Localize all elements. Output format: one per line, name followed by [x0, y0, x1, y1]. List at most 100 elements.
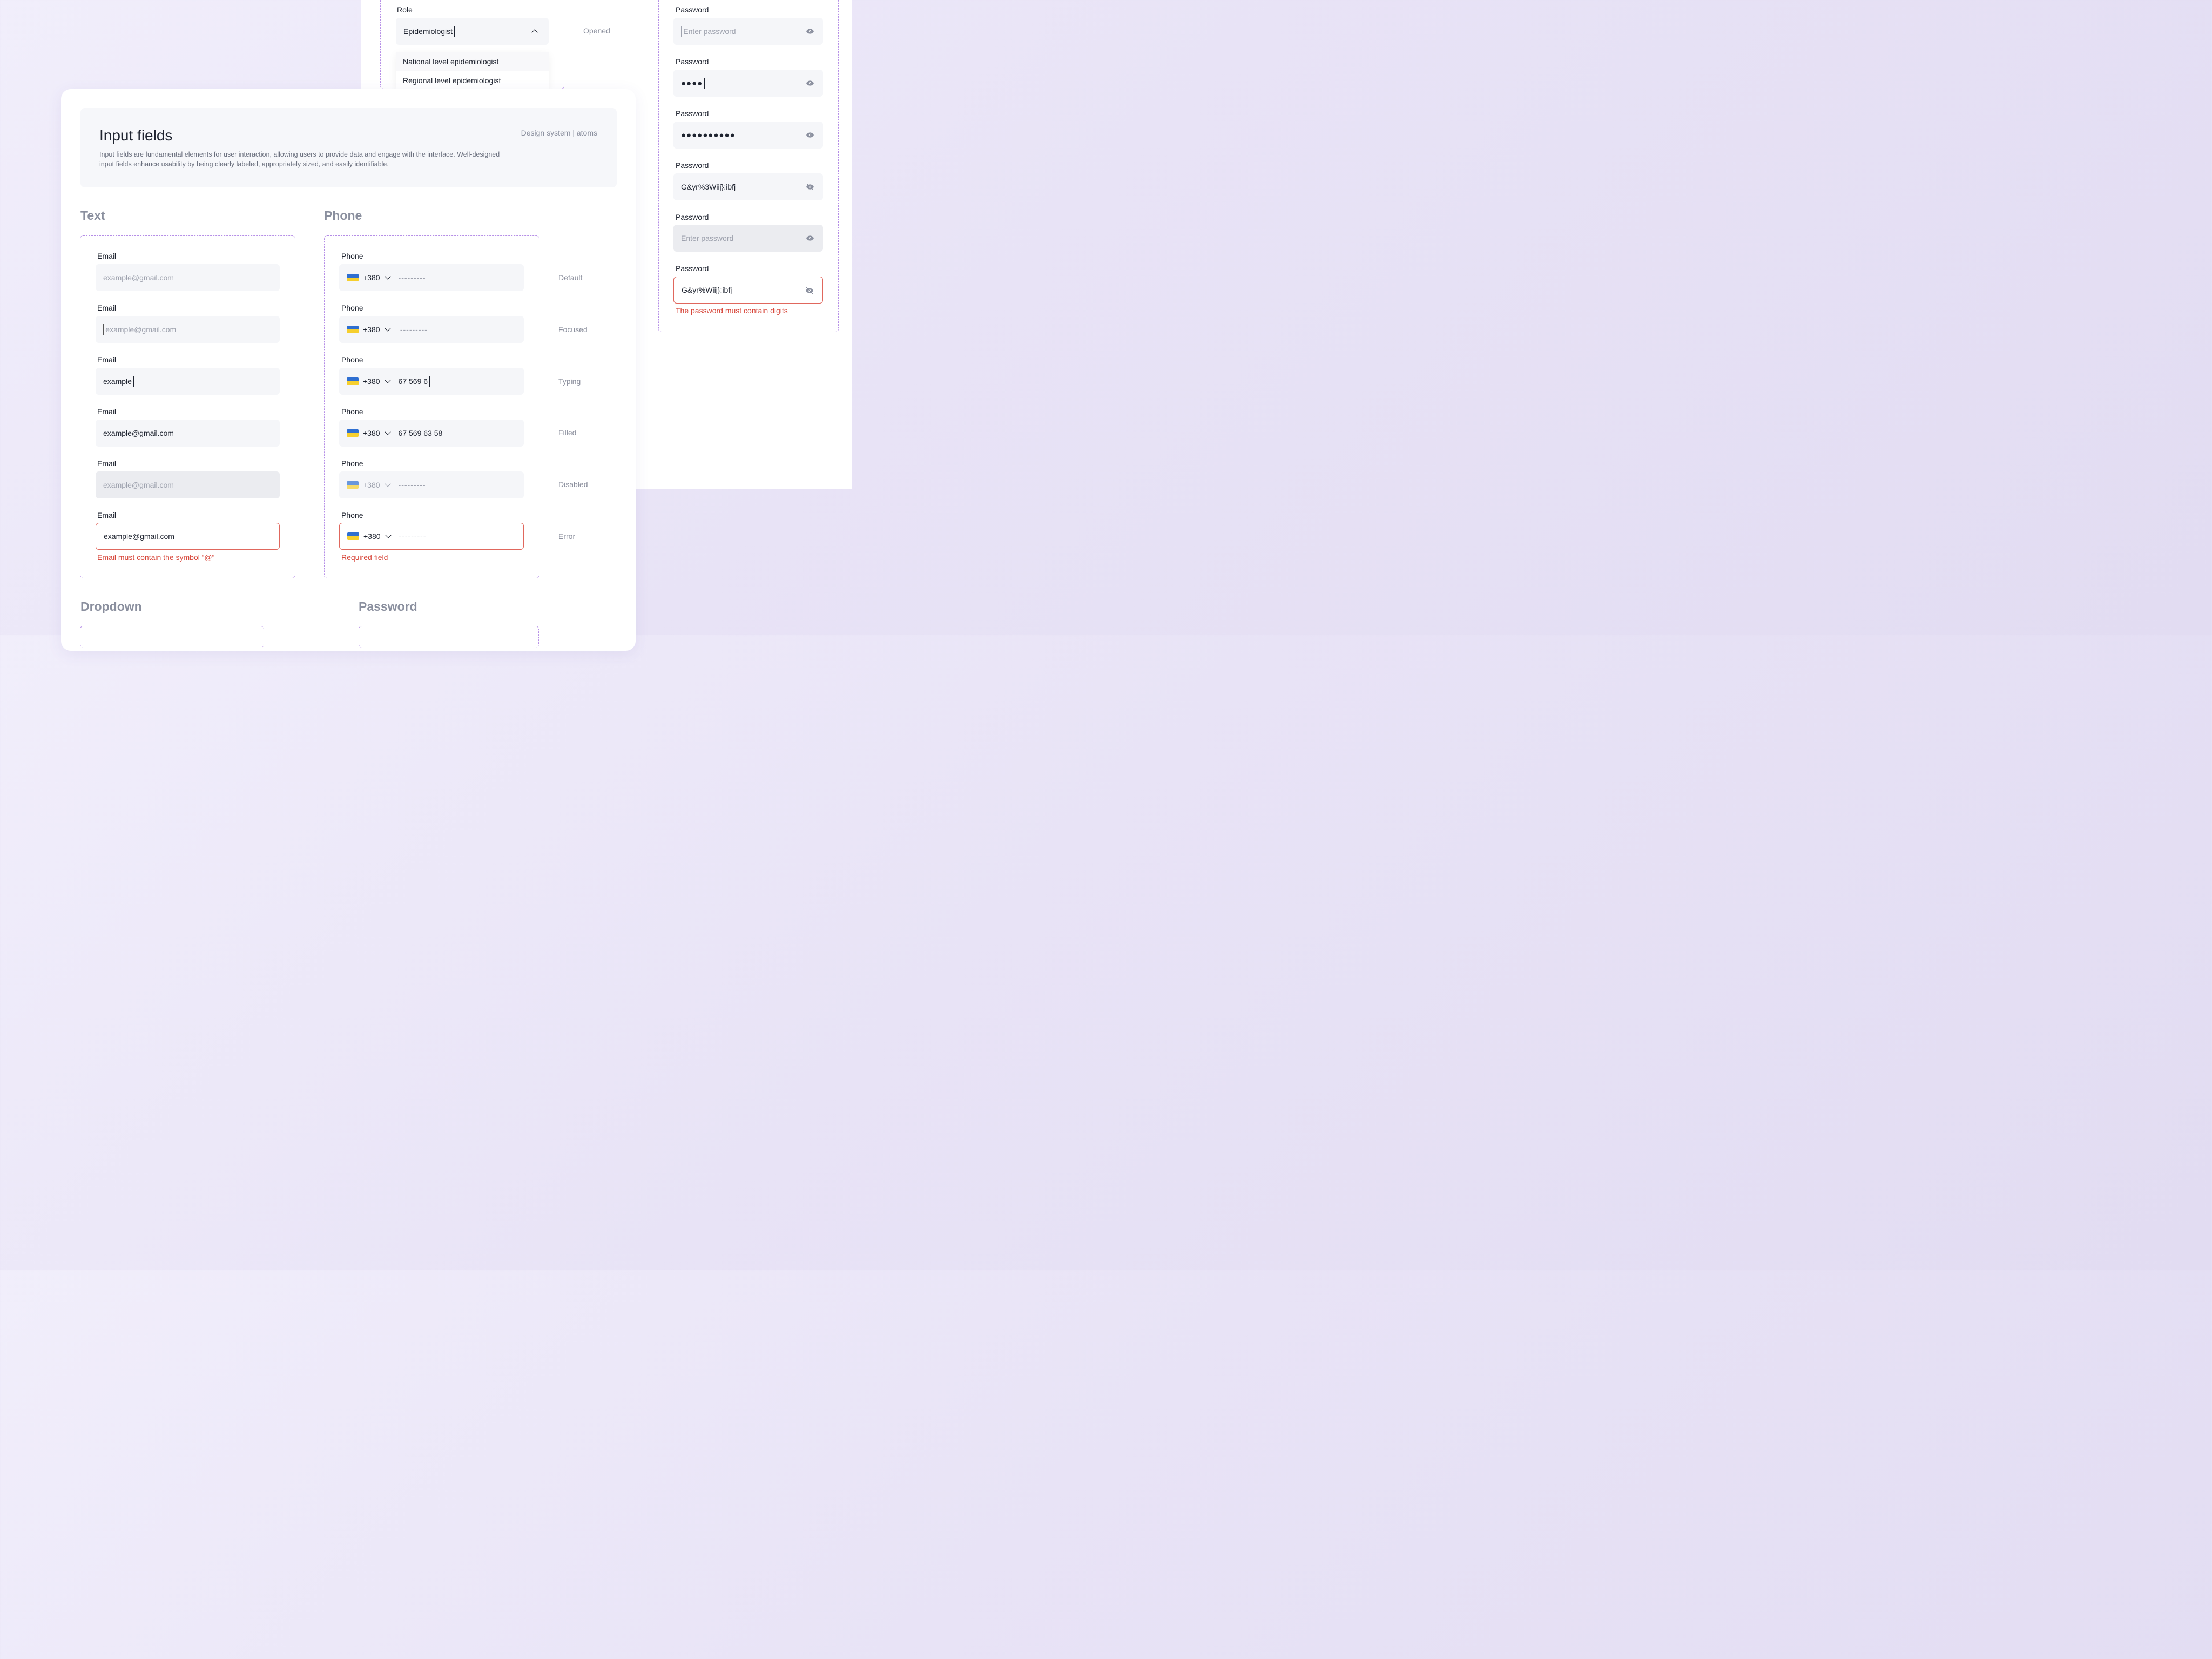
dropdown-option-national[interactable]: National level epidemiologist — [396, 52, 549, 71]
chevron-down-icon[interactable] — [384, 429, 391, 435]
eye-off-icon[interactable] — [806, 183, 814, 191]
password-masked-value: ●●●● — [681, 78, 703, 88]
dropdown-state-label: Opened — [583, 26, 610, 35]
email-label: Email — [97, 304, 117, 312]
password-input-disabled: Enter password — [673, 225, 823, 252]
ukraine-flag-icon — [347, 481, 359, 489]
text-caret — [429, 376, 430, 387]
state-label-filled: Filled — [558, 428, 577, 437]
email-input-error[interactable]: example@gmail.com — [96, 523, 280, 550]
email-filled-value: example@gmail.com — [103, 429, 174, 437]
page-description: Input fields are fundamental elements fo… — [99, 151, 500, 168]
phone-error-message: Required field — [341, 553, 388, 562]
state-label-typing: Typing — [558, 377, 581, 386]
chevron-down-icon[interactable] — [384, 273, 391, 280]
email-error-value: example@gmail.com — [104, 532, 174, 541]
password-label: Password — [676, 109, 709, 118]
password-frame — [359, 626, 539, 648]
password-revealed-value: G&yr%3Wiij}:ibfj — [681, 183, 736, 191]
phone-input-disabled: +380 --------- — [339, 471, 524, 498]
password-input-focused[interactable]: Enter password — [673, 18, 823, 45]
phone-input-error[interactable]: +380 --------- — [339, 523, 524, 550]
email-placeholder: example@gmail.com — [103, 481, 174, 489]
section-title-password: Password — [359, 599, 417, 613]
password-label: Password — [676, 161, 709, 170]
text-caret — [133, 376, 134, 387]
email-label: Email — [97, 407, 117, 416]
phone-label: Phone — [341, 459, 363, 468]
email-label: Email — [97, 459, 117, 468]
email-typing-value: example — [103, 377, 132, 386]
dropdown-menu: National level epidemiologist Regional l… — [396, 52, 549, 90]
phone-label: Phone — [341, 407, 363, 416]
phone-mask: --------- — [398, 481, 426, 489]
email-label: Email — [97, 252, 117, 260]
text-caret — [704, 78, 705, 89]
email-input-default[interactable]: example@gmail.com — [96, 264, 280, 291]
eye-icon[interactable] — [806, 27, 814, 36]
text-caret — [103, 324, 104, 335]
phone-label: Phone — [341, 511, 363, 520]
password-error-value: G&yr%Wiij}:ibfj — [682, 286, 732, 294]
dropdown-frame — [80, 626, 264, 648]
password-error-message: The password must contain digits — [676, 306, 788, 315]
chevron-down-icon[interactable] — [384, 377, 391, 383]
phone-input-filled[interactable]: +380 67 569 63 58 — [339, 420, 524, 447]
email-placeholder: example@gmail.com — [103, 273, 174, 282]
header-card — [80, 108, 617, 187]
email-input-filled[interactable]: example@gmail.com — [96, 420, 280, 447]
country-code[interactable]: +380 — [363, 429, 380, 437]
phone-input-typing[interactable]: +380 67 569 6 — [339, 368, 524, 395]
email-error-message: Email must contain the symbol “@” — [97, 553, 215, 562]
eye-icon[interactable] — [806, 131, 814, 139]
chevron-down-icon[interactable] — [384, 325, 391, 332]
state-label-focused: Focused — [558, 325, 588, 334]
chevron-up-icon[interactable] — [531, 29, 538, 36]
page-title: Input fields — [99, 127, 173, 144]
password-input-filled[interactable]: ●●●●●●●●●● — [673, 122, 823, 149]
email-label: Email — [97, 511, 117, 520]
country-code[interactable]: +380 — [363, 273, 380, 282]
country-code[interactable]: +380 — [363, 532, 381, 541]
state-label-error: Error — [558, 532, 576, 541]
phone-typing-value: 67 569 6 — [398, 377, 428, 386]
phone-mask: --------- — [400, 325, 428, 334]
eye-off-icon[interactable] — [805, 286, 814, 295]
phone-input-focused[interactable]: +380 --------- — [339, 316, 524, 343]
breadcrumb: Design system | atoms — [521, 129, 597, 137]
chevron-down-icon[interactable] — [385, 532, 392, 538]
section-title-dropdown: Dropdown — [80, 599, 142, 613]
country-code[interactable]: +380 — [363, 325, 380, 334]
ukraine-flag-icon — [347, 377, 359, 385]
ukraine-flag-icon — [347, 274, 359, 281]
section-title-text: Text — [80, 208, 105, 222]
dropdown-value: Epidemiologist — [403, 27, 453, 36]
password-placeholder: Enter password — [681, 234, 734, 242]
password-placeholder: Enter password — [683, 27, 736, 36]
email-input-typing[interactable]: example — [96, 368, 280, 395]
password-input-typing[interactable]: ●●●● — [673, 70, 823, 97]
dropdown-label: Role — [397, 5, 413, 14]
password-input-error[interactable]: G&yr%Wiij}:ibfj — [673, 276, 823, 304]
ukraine-flag-icon — [347, 532, 359, 540]
password-label: Password — [676, 264, 709, 273]
ukraine-flag-icon — [347, 429, 359, 437]
dropdown-role-select[interactable]: Epidemiologist — [396, 18, 549, 45]
eye-icon[interactable] — [806, 79, 814, 87]
phone-mask: --------- — [398, 273, 426, 282]
text-caret — [454, 26, 455, 37]
email-label: Email — [97, 355, 117, 364]
phone-label: Phone — [341, 355, 363, 364]
dropdown-option-regional[interactable]: Regional level epidemiologist — [396, 71, 549, 90]
phone-input-default[interactable]: +380 --------- — [339, 264, 524, 291]
email-input-focused[interactable]: example@gmail.com — [96, 316, 280, 343]
state-label-disabled: Disabled — [558, 480, 588, 489]
phone-filled-value: 67 569 63 58 — [398, 429, 443, 437]
state-label-default: Default — [558, 273, 583, 282]
ukraine-flag-icon — [347, 326, 359, 333]
password-label: Password — [676, 213, 709, 221]
password-input-revealed[interactable]: G&yr%3Wiij}:ibfj — [673, 173, 823, 200]
country-code[interactable]: +380 — [363, 377, 380, 386]
chevron-down-icon — [384, 481, 391, 487]
country-code: +380 — [363, 481, 380, 489]
